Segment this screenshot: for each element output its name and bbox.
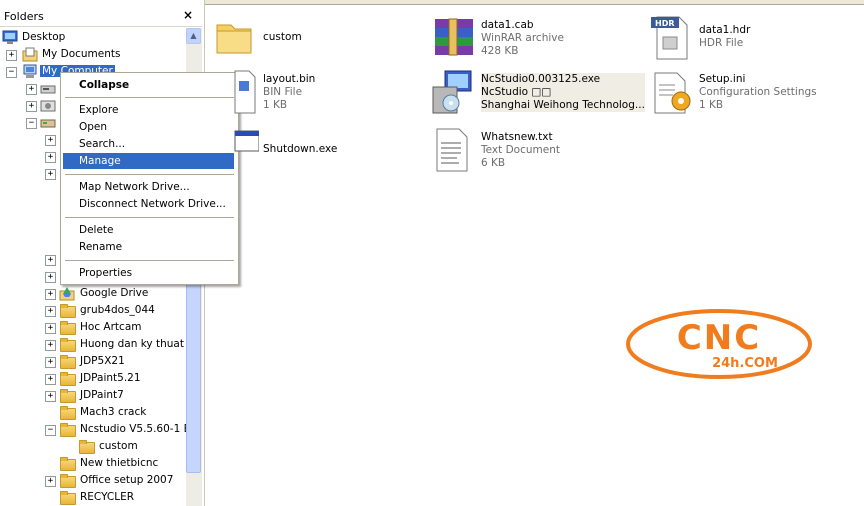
settings-file-icon (649, 69, 695, 115)
expand-toggle[interactable]: + (45, 357, 56, 368)
expand-toggle[interactable]: + (26, 84, 37, 95)
file-item-shutdown-exe[interactable]: Shutdown.exe (213, 127, 413, 175)
file-description: NcStudio □□ (481, 86, 552, 98)
folder-icon (79, 440, 95, 454)
folder-icon (60, 338, 76, 352)
tree-item-label: Hoc Artcam (80, 321, 142, 333)
tree-item-label: Office setup 2007 (80, 474, 174, 486)
bin-file-icon (213, 69, 259, 115)
expand-toggle[interactable]: + (45, 289, 56, 300)
expand-toggle[interactable]: + (45, 340, 56, 351)
file-list: custom data1.cab WinRAR archive 428 KB H… (205, 5, 864, 506)
floppy-drive-icon (40, 81, 56, 96)
file-name: data1.cab (481, 19, 534, 31)
desktop-icon (2, 30, 18, 45)
tree-item-label: JDPaint5.21 (80, 372, 141, 384)
hard-drive-icon (40, 98, 56, 113)
expand-toggle[interactable]: + (45, 169, 56, 180)
file-item-custom[interactable]: custom (213, 15, 413, 63)
file-type: HDR File (699, 37, 744, 49)
folder-icon (60, 389, 76, 403)
collapse-toggle[interactable]: − (26, 118, 37, 129)
file-name: custom (263, 31, 302, 43)
file-size: 1 KB (263, 99, 288, 111)
expand-toggle[interactable]: + (45, 255, 56, 266)
my-computer-icon (22, 64, 38, 79)
expand-toggle[interactable]: + (45, 323, 56, 334)
file-size: 6 KB (481, 157, 506, 169)
file-item-data1-hdr[interactable]: HDR data1.hdr HDR File (649, 15, 859, 63)
installer-exe-icon (431, 69, 477, 115)
file-item-ncstudio-exe[interactable]: NcStudio0.003125.exe NcStudio □□ Shangha… (431, 69, 645, 117)
logo-text-sub: 24h.COM (712, 356, 778, 371)
my-documents-icon (22, 47, 38, 62)
tree-item-label: Ncstudio V5.5.60-1 El (80, 423, 186, 435)
file-item-data1-cab[interactable]: data1.cab WinRAR archive 428 KB (431, 15, 631, 63)
collapse-toggle[interactable]: − (45, 425, 56, 436)
tree-item-label: Huong dan ky thuat (80, 338, 184, 350)
expand-toggle[interactable]: + (45, 374, 56, 385)
tree-item-label: JDPaint7 (80, 389, 124, 401)
file-name: NcStudio0.003125.exe (481, 73, 601, 85)
hdr-file-icon: HDR (649, 15, 695, 61)
expand-toggle[interactable]: + (45, 391, 56, 402)
folder-icon (60, 457, 76, 471)
folder-icon (60, 491, 76, 505)
collapse-toggle[interactable]: − (6, 67, 17, 78)
expand-toggle[interactable]: + (45, 476, 56, 487)
file-type: BIN File (263, 86, 303, 98)
tree-item-label: New thietbicnc (80, 457, 159, 469)
file-size: 1 KB (699, 99, 724, 111)
tree-item-label: RECYCLER (80, 491, 135, 503)
folder-icon (60, 372, 76, 386)
file-item-layout-bin[interactable]: layout.bin BIN File 1 KB (213, 69, 413, 117)
scroll-up-button[interactable]: ▲ (186, 28, 201, 44)
cnc-24h-logo: CNC 24h.COM (625, 308, 813, 380)
close-folders-button[interactable]: × (180, 8, 196, 22)
file-name: data1.hdr (699, 24, 751, 36)
expand-toggle[interactable]: + (45, 135, 56, 146)
winrar-archive-icon (431, 15, 477, 61)
file-type: Configuration Settings (699, 86, 817, 98)
tree-item-label: Desktop (22, 31, 66, 43)
expand-toggle[interactable]: + (6, 50, 17, 61)
exe-window-icon (213, 127, 260, 173)
file-type: Text Document (481, 144, 560, 156)
file-company: Shanghai Weihong Technolog... (481, 99, 645, 111)
file-name: Setup.ini (699, 73, 746, 85)
drive-icon (40, 115, 56, 130)
expand-toggle[interactable]: + (45, 306, 56, 317)
text-document-icon (431, 127, 477, 173)
folder-icon (60, 304, 76, 318)
file-type: WinRAR archive (481, 32, 564, 44)
file-name: Whatsnew.txt (481, 131, 553, 143)
folder-icon (60, 355, 76, 369)
folder-icon (60, 474, 76, 488)
tree-item-label: grub4dos_044 (80, 304, 155, 316)
folder-icon (213, 15, 259, 61)
tree-item-label: My Documents (42, 48, 121, 60)
file-item-setup-ini[interactable]: Setup.ini Configuration Settings 1 KB (649, 69, 859, 117)
file-item-whatsnew-txt[interactable]: Whatsnew.txt Text Document 6 KB (431, 127, 631, 175)
file-name: layout.bin (263, 73, 316, 85)
tree-item-label: JDP5X21 (80, 355, 125, 367)
folders-title: Folders (4, 10, 44, 23)
tree-item-label: Google Drive (80, 287, 149, 299)
google-drive-icon (59, 286, 75, 301)
file-size: 428 KB (481, 45, 519, 57)
expand-toggle[interactable]: + (45, 272, 56, 283)
folder-icon (60, 406, 76, 420)
folder-icon (60, 321, 76, 335)
svg-text:HDR: HDR (655, 19, 675, 28)
folders-header: Folders × (0, 4, 202, 27)
expand-toggle[interactable]: + (26, 101, 37, 112)
tree-item-label: Mach3 crack (80, 406, 147, 418)
folder-icon (60, 423, 76, 437)
logo-text-main: CNC (677, 318, 761, 358)
scroll-thumb[interactable] (186, 273, 201, 473)
tree-item-label: custom (99, 440, 138, 452)
expand-toggle[interactable]: + (45, 152, 56, 163)
file-name: Shutdown.exe (263, 143, 338, 155)
